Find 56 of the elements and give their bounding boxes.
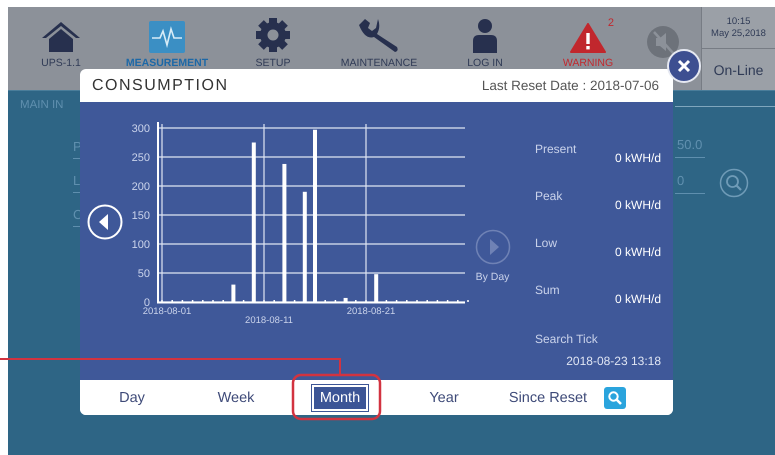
clock-time: 10:15 (726, 16, 750, 28)
dialog-title: CONSUMPTION (92, 76, 228, 94)
stat-label: Low (535, 236, 558, 252)
stat-value: 0 kWH/d (614, 245, 661, 259)
period-tab[interactable]: Year (392, 386, 496, 408)
menu-item[interactable]: SETUP (220, 7, 326, 69)
menu-label: SETUP (255, 58, 290, 69)
muted-speaker-icon (646, 25, 680, 59)
pulse-icon (149, 21, 185, 53)
clock-date: May 25,2018 (711, 28, 766, 40)
menu-label: WARNING (562, 58, 614, 69)
y-tick-label: 250 (132, 152, 150, 164)
menu-label: MAINTENANCE (340, 58, 418, 69)
period-tab[interactable]: Since Reset (496, 386, 600, 408)
by-day-label: By Day (476, 271, 510, 283)
search-button[interactable] (604, 386, 626, 408)
menu-label: MEASUREMENT (126, 58, 208, 69)
menu-label: UPS-1.1 (41, 58, 81, 69)
search-tick-time: 2018-08-23 13:18 (566, 354, 661, 368)
y-tick-label: 100 (132, 239, 150, 251)
bar (374, 274, 378, 302)
search-icon (607, 390, 623, 406)
menu-label: LOG IN (467, 58, 503, 69)
x-tick-label: 2018-08-11 (245, 315, 293, 326)
y-tick-label: 0 (144, 297, 150, 309)
close-icon (677, 59, 691, 73)
last-reset-date: Last Reset Date : 2018-07-06 (482, 78, 659, 93)
y-tick-label: 200 (132, 181, 150, 193)
y-tick-label: 150 (132, 210, 150, 222)
menu-item[interactable]: 2 WARNING (538, 7, 638, 69)
y-tick-label: 50 (138, 268, 150, 280)
period-tab[interactable]: Day (80, 386, 184, 408)
previous-button[interactable] (87, 204, 123, 240)
person-icon (472, 19, 498, 53)
search-tick-label: Search Tick (535, 332, 599, 346)
x-tick-label: 2018-08-01 (142, 306, 192, 317)
menu-item[interactable]: MAINTENANCE (326, 7, 432, 69)
stat-value: 0 kWH/d (614, 151, 661, 165)
stat-value: 0 kWH/d (614, 198, 661, 212)
menu-item[interactable]: UPS-1.1 (8, 7, 114, 69)
house-icon (41, 21, 81, 53)
stat-label: Present (535, 142, 576, 158)
period-tab[interactable]: Week (184, 386, 288, 408)
menu-item[interactable]: LOG IN (432, 7, 538, 69)
ups-status: On-Line (714, 62, 764, 78)
stat-label: Sum (535, 283, 560, 299)
stat-label: Peak (535, 189, 562, 205)
y-tick-label: 300 (132, 123, 150, 135)
gear-icon (255, 17, 291, 53)
warning-icon (570, 23, 606, 53)
stat-value: 0 kWH/d (614, 292, 661, 306)
bar (344, 298, 348, 302)
warning-count: 2 (608, 17, 614, 29)
menu-item[interactable]: MEASUREMENT (114, 7, 220, 69)
bar (231, 284, 236, 302)
x-tick-label: 2018-08-21 (346, 306, 396, 317)
